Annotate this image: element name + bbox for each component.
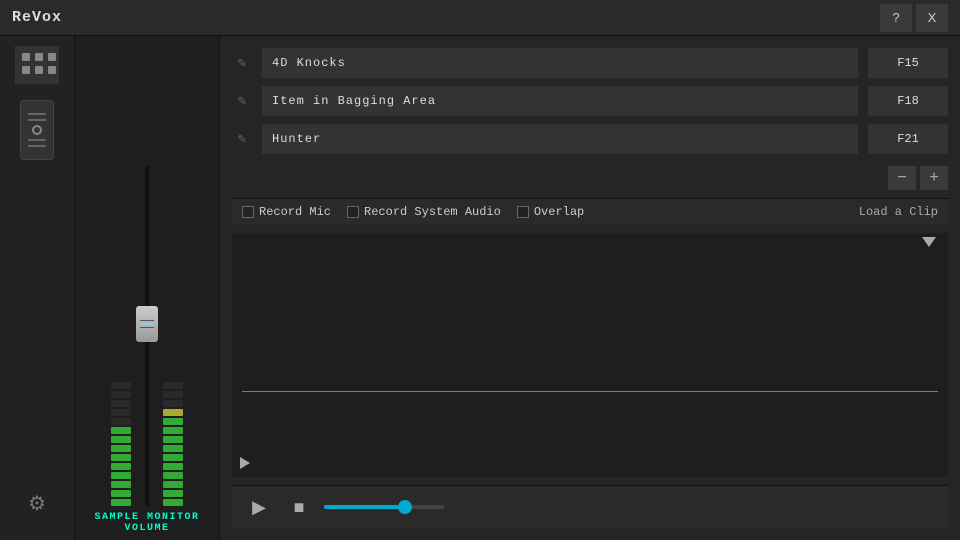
record-mic-option[interactable]: Record Mic [242, 205, 331, 219]
meter-segment [111, 409, 131, 416]
titlebar: ReVox ? X [0, 0, 960, 36]
meter-segment [111, 481, 131, 488]
meter-segment [163, 400, 183, 407]
sample-key-input[interactable] [868, 124, 948, 154]
fader-line [140, 320, 154, 321]
meter-segment [111, 382, 131, 389]
volume-slider-container [324, 505, 444, 509]
fader-line [140, 327, 154, 328]
app-title: ReVox [12, 9, 876, 26]
volume-slider[interactable] [324, 505, 444, 509]
record-mic-checkbox[interactable] [242, 206, 254, 218]
meter-segment [111, 472, 131, 479]
edit-icon[interactable]: ✎ [232, 91, 252, 111]
meter-segment [163, 427, 183, 434]
overlap-checkbox[interactable] [517, 206, 529, 218]
meter-segment [163, 490, 183, 497]
overlap-option[interactable]: Overlap [517, 205, 584, 219]
meter-segment [163, 499, 183, 506]
meter-segment [163, 409, 183, 416]
record-system-audio-label: Record System Audio [364, 205, 501, 219]
grid-dot [48, 53, 56, 61]
meter-segment [163, 382, 183, 389]
record-system-audio-checkbox[interactable] [347, 206, 359, 218]
grid-dot [22, 66, 30, 74]
sample-name-input[interactable] [262, 86, 858, 116]
right-meter [163, 382, 183, 506]
sample-list: ✎ ✎ ✎ [232, 48, 948, 154]
right-panel: ✎ ✎ ✎ − + Record Mic Record System Audio O… [220, 36, 960, 540]
record-mic-label: Record Mic [259, 205, 331, 219]
sample-row: ✎ [232, 48, 948, 78]
playhead-marker-top [922, 237, 936, 247]
sample-name-input[interactable] [262, 124, 858, 154]
meter-segment [111, 400, 131, 407]
meter-segment [163, 454, 183, 461]
sample-key-input[interactable] [868, 48, 948, 78]
remote-line [28, 113, 46, 115]
meter-area: SAMPLE MONITOR VOLUME [75, 36, 220, 540]
meter-segment [163, 436, 183, 443]
fader-column [135, 166, 159, 506]
grid-dot [48, 66, 56, 74]
meter-label: SAMPLE MONITOR VOLUME [94, 512, 199, 534]
meter-segment [111, 454, 131, 461]
edit-icon[interactable]: ✎ [232, 129, 252, 149]
remote-circle [32, 125, 42, 135]
sample-row: ✎ [232, 86, 948, 116]
meter-segment [111, 418, 131, 425]
main-layout: ⚙ SAMPLE MONITOR VOLUME [0, 36, 960, 540]
fader-center-line [140, 323, 154, 325]
edit-icon[interactable]: ✎ [232, 53, 252, 73]
close-button[interactable]: X [916, 4, 948, 32]
waveform-area [232, 233, 948, 477]
meter-segment [111, 490, 131, 497]
add-remove-controls: − + [232, 166, 948, 190]
meter-segment [163, 391, 183, 398]
meter-segment [111, 391, 131, 398]
playback-bar: ▶ ■ [232, 485, 948, 528]
overlap-label: Overlap [534, 205, 584, 219]
stop-button[interactable]: ■ [284, 492, 314, 522]
add-button[interactable]: + [920, 166, 948, 190]
fader-track [145, 166, 149, 506]
sidebar: ⚙ [0, 36, 75, 540]
sample-row: ✎ [232, 124, 948, 154]
meter-segment [163, 472, 183, 479]
meter-segment [111, 427, 131, 434]
meter-segment [163, 463, 183, 470]
remote-line [28, 139, 46, 141]
meter-segment [163, 418, 183, 425]
meter-segment [111, 436, 131, 443]
sample-name-input[interactable] [262, 48, 858, 78]
play-button[interactable]: ▶ [244, 492, 274, 522]
remote-line [28, 119, 46, 121]
meter-segment [163, 445, 183, 452]
meters [111, 46, 183, 506]
remote-control[interactable] [20, 100, 54, 160]
record-options-bar: Record Mic Record System Audio Overlap L… [232, 198, 948, 225]
help-button[interactable]: ? [880, 4, 912, 32]
fader-knob[interactable] [136, 306, 158, 342]
grid-dot [35, 53, 43, 61]
meter-segment [111, 463, 131, 470]
remote-line [28, 145, 46, 147]
grid-dot [35, 66, 43, 74]
meter-segment [111, 499, 131, 506]
meter-segment [111, 445, 131, 452]
meter-segment [163, 481, 183, 488]
playhead-marker-left [240, 457, 250, 469]
settings-button[interactable]: ⚙ [20, 486, 54, 520]
waveform-line [242, 391, 938, 392]
grid-dot [22, 53, 30, 61]
record-system-audio-option[interactable]: Record System Audio [347, 205, 501, 219]
left-meter [111, 382, 131, 506]
remove-button[interactable]: − [888, 166, 916, 190]
load-clip-button[interactable]: Load a Clip [859, 205, 938, 219]
sample-key-input[interactable] [868, 86, 948, 116]
grid-button[interactable] [15, 46, 59, 84]
